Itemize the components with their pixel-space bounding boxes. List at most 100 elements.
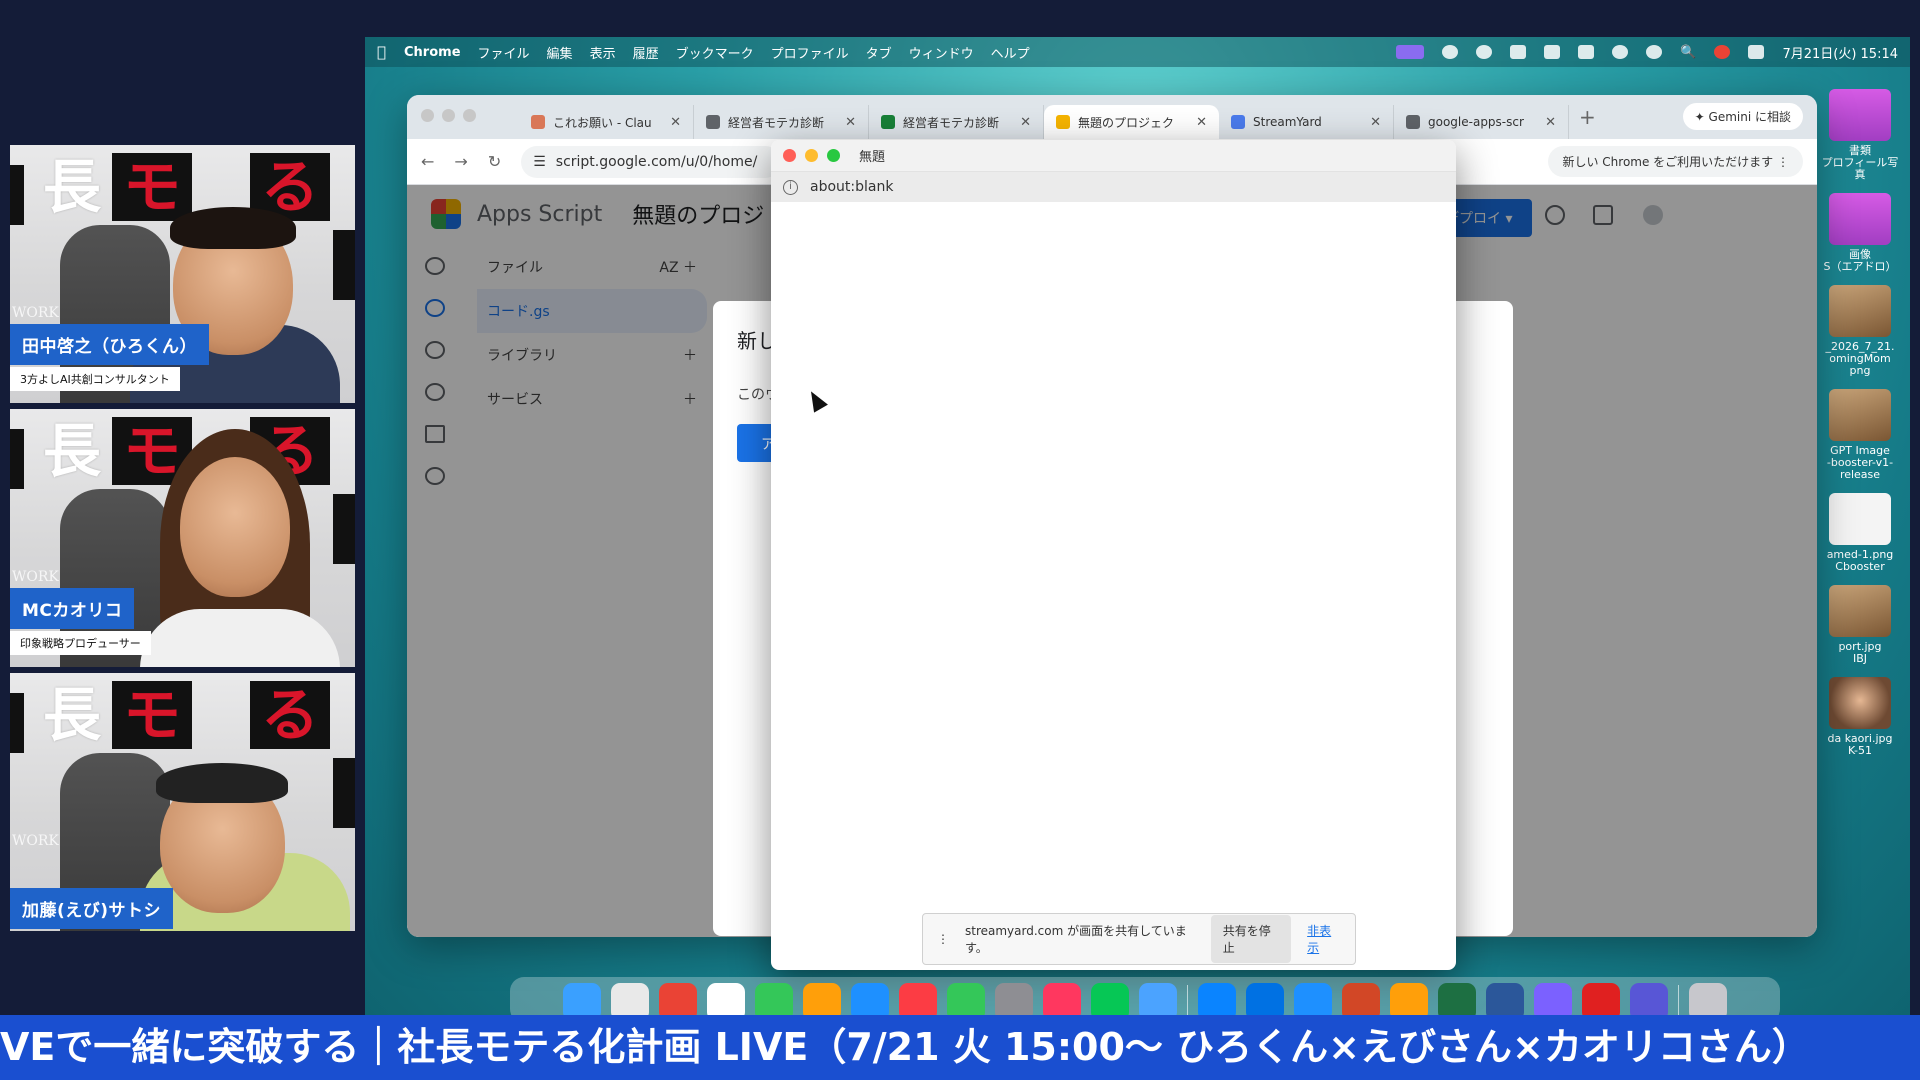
browser-tab[interactable]: これお願い - Clau ✕ <box>519 105 694 139</box>
close-tab-icon[interactable]: ✕ <box>845 115 856 130</box>
dock-app-icon[interactable] <box>1390 983 1428 1015</box>
site-info-icon[interactable]: ☰ <box>533 154 546 170</box>
tab-favicon-icon <box>1231 115 1245 129</box>
minimize-popup-button[interactable] <box>805 149 818 162</box>
backdrop-text: WORK <box>12 305 59 321</box>
dock-app-icon[interactable] <box>1198 983 1236 1015</box>
menu-help[interactable]: ヘルプ <box>991 43 1030 62</box>
settings-tray-icon[interactable] <box>1442 45 1459 59</box>
desktop-icon[interactable]: port.jpg IBJ <box>1820 585 1900 665</box>
menu-file[interactable]: ファイル <box>478 43 530 62</box>
siri-icon[interactable] <box>1714 45 1731 59</box>
address-text: script.google.com/u/0/home/ <box>555 153 758 170</box>
dock-app-icon[interactable] <box>1534 983 1572 1015</box>
browser-tab[interactable]: google-apps-scr ✕ <box>1394 105 1569 139</box>
backdrop-char: モ <box>112 153 192 221</box>
menu-bookmarks[interactable]: ブックマーク <box>676 43 754 62</box>
minimize-window-button[interactable] <box>442 109 455 122</box>
search-icon[interactable]: 🔍 <box>1680 45 1696 60</box>
hide-button[interactable]: 非表示 <box>1307 922 1341 956</box>
dock-app-icon[interactable] <box>1043 983 1081 1015</box>
desktop-icon[interactable]: GPT Image -booster-v1- release <box>1820 389 1900 481</box>
clock-icon[interactable] <box>1646 45 1663 59</box>
screen-share-icon[interactable] <box>1396 45 1425 59</box>
dock-app-icon[interactable] <box>899 983 937 1015</box>
drag-handle-icon[interactable]: ⋮ <box>937 932 949 946</box>
desktop-icon[interactable]: _2026_7_21. omingMom png <box>1820 285 1900 377</box>
info-icon[interactable]: i <box>783 179 798 195</box>
chrome-update-label: 新しい Chrome をご利用いただけます <box>1562 155 1774 169</box>
close-tab-icon[interactable]: ✕ <box>1370 115 1381 130</box>
zoom-window-button[interactable] <box>463 109 476 122</box>
menu-chrome[interactable]: Chrome <box>404 45 461 60</box>
close-tab-icon[interactable]: ✕ <box>1196 115 1207 130</box>
dock-app-icon[interactable] <box>1582 983 1620 1015</box>
desktop-icon[interactable]: 画像 S（エアドロ） <box>1820 193 1900 273</box>
forward-icon[interactable]: → <box>454 152 467 171</box>
battery-icon[interactable] <box>1578 45 1595 59</box>
menu-edit[interactable]: 編集 <box>547 43 573 62</box>
close-tab-icon[interactable]: ✕ <box>1020 115 1031 130</box>
browser-tab[interactable]: 無題のプロジェク ✕ <box>1044 105 1219 139</box>
chat-tray-icon[interactable] <box>1476 45 1493 59</box>
dock-app-icon[interactable] <box>611 983 649 1015</box>
backdrop-char: 長 <box>42 153 101 221</box>
speaker-role: 3方よしAI共創コンサルタント <box>10 367 180 391</box>
menu-tab[interactable]: タブ <box>866 43 892 62</box>
dock-app-icon[interactable] <box>1486 983 1524 1015</box>
apple-icon[interactable]:  <box>377 43 386 61</box>
dock-app-icon[interactable] <box>803 983 841 1015</box>
zoom-popup-button[interactable] <box>827 149 840 162</box>
desktop-icon[interactable]: da kaori.jpg K-51 <box>1820 677 1900 757</box>
browser-tab[interactable]: 経営者モテカ診断 ✕ <box>869 105 1044 139</box>
control-center-icon[interactable] <box>1748 45 1765 59</box>
file-thumbnail-icon <box>1829 389 1891 441</box>
dock-app-icon[interactable] <box>1630 983 1668 1015</box>
dock-app-icon[interactable] <box>1438 983 1476 1015</box>
close-tab-icon[interactable]: ✕ <box>670 115 681 130</box>
desktop-icons: 書類 プロフィール写真画像 S（エアドロ） _2026_7_21. omingMo… <box>1820 89 1900 769</box>
dock-app-icon[interactable] <box>1294 983 1332 1015</box>
dock-app-icon[interactable] <box>851 983 889 1015</box>
chrome-update-chip[interactable]: 新しい Chrome をご利用いただけます ⋮ <box>1548 146 1803 177</box>
dock-app-icon[interactable] <box>707 983 745 1015</box>
input-method-icon[interactable] <box>1544 45 1561 59</box>
desktop-icon[interactable]: amed-1.png Cbooster <box>1820 493 1900 573</box>
gemini-button[interactable]: ✦ Gemini に相談 <box>1682 103 1803 130</box>
menu-profile[interactable]: プロファイル <box>771 43 849 62</box>
dock-app-icon[interactable] <box>659 983 697 1015</box>
menubar-datetime[interactable]: 7月21日(火) 15:14 <box>1782 43 1898 62</box>
dock-app-icon[interactable] <box>1342 983 1380 1015</box>
reload-icon[interactable]: ↻ <box>488 152 501 171</box>
dock-app-icon[interactable] <box>755 983 793 1015</box>
app-tray-icon[interactable] <box>1510 45 1527 59</box>
menu-history[interactable]: 履歴 <box>633 43 659 62</box>
dock-app-icon[interactable] <box>1246 983 1284 1015</box>
close-tab-icon[interactable]: ✕ <box>1545 115 1556 130</box>
dock-app-icon[interactable] <box>563 983 601 1015</box>
close-popup-button[interactable] <box>783 149 796 162</box>
dock-app-icon[interactable] <box>1091 983 1129 1015</box>
tab-title: これお願い - Clau <box>553 115 652 130</box>
browser-tab[interactable]: 経営者モテカ診断 ✕ <box>694 105 869 139</box>
trash-icon[interactable] <box>1689 983 1727 1015</box>
speaker-tile: 長 モ る WORK 田中啓之（ひろくん） 3方よしAI共創コンサルタント <box>10 145 355 403</box>
stop-sharing-button[interactable]: 共有を停止 <box>1210 915 1292 963</box>
desktop-icon-label: 書類 プロフィール写真 <box>1821 144 1899 181</box>
dock-app-icon[interactable] <box>995 983 1033 1015</box>
menu-window[interactable]: ウィンドウ <box>909 43 974 62</box>
dock-app-icon[interactable] <box>1139 983 1177 1015</box>
popup-titlebar: 無題 <box>771 140 1456 172</box>
dock-app-icon[interactable] <box>947 983 985 1015</box>
back-icon[interactable]: ← <box>421 152 434 171</box>
speaker-tile: 長 モ る WORK MCカオリコ 印象戦略プロデューサー <box>10 409 355 667</box>
address-bar[interactable]: ☰ script.google.com/u/0/home/ <box>521 145 782 178</box>
wifi-icon[interactable] <box>1612 45 1629 59</box>
dock-separator <box>1678 985 1679 1015</box>
menu-view[interactable]: 表示 <box>590 43 616 62</box>
desktop-icon[interactable]: 書類 プロフィール写真 <box>1820 89 1900 181</box>
close-window-button[interactable] <box>421 109 434 122</box>
file-thumbnail-icon <box>1829 285 1891 337</box>
new-tab-button[interactable]: + <box>1569 105 1606 129</box>
browser-tab[interactable]: StreamYard ✕ <box>1219 105 1394 139</box>
